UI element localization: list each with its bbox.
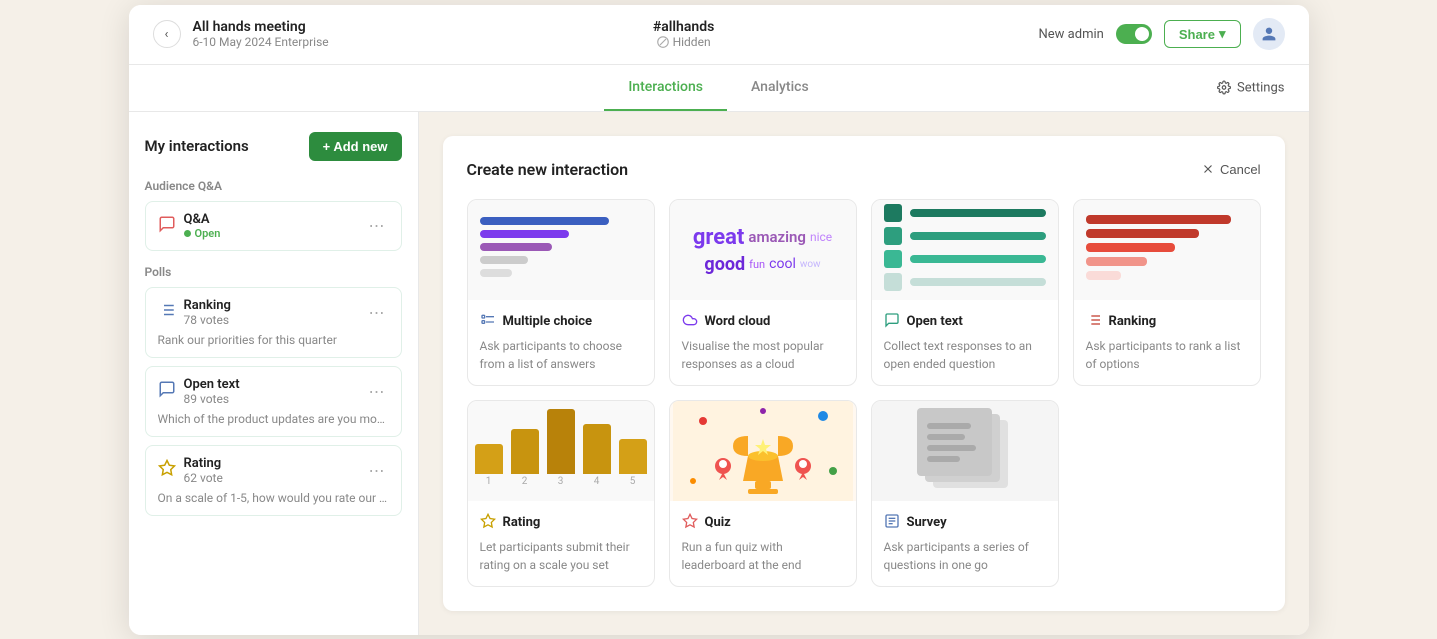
rating-card-icon: [480, 513, 496, 533]
card-word-cloud[interactable]: great amazing nice good fun cool wow: [669, 199, 857, 386]
tab-interactions[interactable]: Interactions: [604, 65, 727, 111]
share-button[interactable]: Share ▾: [1164, 20, 1241, 48]
rating-desc: On a scale of 1-5, how would you rate ou…: [158, 491, 389, 505]
sidebar-item-qa[interactable]: Q&A Open ⋯: [145, 201, 402, 251]
multiple-choice-icon: [480, 312, 496, 332]
word-cloud-desc: Visualise the most popular responses as …: [682, 337, 844, 373]
meeting-meta: 6-10 May 2024 Enterprise: [193, 35, 329, 49]
chevron-down-icon: ▾: [1219, 26, 1226, 42]
sidebar: My interactions + Add new Audience Q&A: [129, 112, 419, 635]
hashtag: #allhands: [653, 19, 714, 35]
polls-section: Polls Ranking: [145, 265, 402, 516]
header: ‹ All hands meeting 6-10 May 2024 Enterp…: [129, 5, 1309, 65]
meeting-info: All hands meeting 6-10 May 2024 Enterpri…: [193, 19, 329, 49]
card-multiple-choice[interactable]: Multiple choice Ask participants to choo…: [467, 199, 655, 386]
hidden-label: Hidden: [673, 35, 711, 49]
settings-link[interactable]: Settings: [1217, 80, 1284, 95]
qa-name: Q&A: [184, 212, 221, 227]
admin-toggle[interactable]: [1116, 24, 1152, 44]
card-survey[interactable]: Survey Ask participants a series of ques…: [871, 400, 1059, 587]
quiz-name: Quiz: [705, 515, 731, 530]
tab-analytics[interactable]: Analytics: [727, 65, 833, 111]
audience-qa-label: Audience Q&A: [145, 179, 402, 193]
settings-label: Settings: [1237, 80, 1284, 95]
ranking-name: Ranking: [1109, 314, 1157, 329]
survey-desc: Ask participants a series of questions i…: [884, 538, 1046, 574]
open-text-desc: Which of the product updates are you mos…: [158, 412, 389, 426]
quiz-desc: Run a fun quiz with leaderboard at the e…: [682, 538, 844, 574]
ranking-icon: [158, 301, 176, 323]
open-text-meta: 89 votes: [184, 392, 240, 406]
ranking-name: Ranking: [184, 298, 231, 313]
interaction-cards-grid: Multiple choice Ask participants to choo…: [467, 199, 1261, 587]
sidebar-header: My interactions + Add new: [145, 132, 402, 161]
card-ranking[interactable]: Ranking Ask participants to rank a list …: [1073, 199, 1261, 386]
multiple-choice-name: Multiple choice: [503, 314, 593, 329]
ranking-preview: [1074, 200, 1260, 300]
rating-menu-button[interactable]: ⋯: [365, 459, 389, 482]
avatar[interactable]: [1253, 18, 1285, 50]
qa-menu-button[interactable]: ⋯: [365, 214, 389, 237]
ranking-desc: Ask participants to rank a list of optio…: [1086, 337, 1248, 373]
main-content: Create new interaction Cancel: [419, 112, 1309, 635]
rating-preview: 1 2 3: [468, 401, 654, 501]
create-panel-title: Create new interaction: [467, 160, 629, 179]
survey-icon: [884, 513, 900, 533]
cancel-button[interactable]: Cancel: [1201, 162, 1260, 177]
polls-label: Polls: [145, 265, 402, 279]
nav-tabs: Interactions Analytics Settings: [129, 65, 1309, 112]
tabs-container: Interactions Analytics: [604, 65, 832, 111]
ranking-menu-button[interactable]: ⋯: [365, 301, 389, 324]
add-new-button[interactable]: + Add new: [309, 132, 402, 161]
qa-status: Open: [184, 227, 221, 240]
rating-icon: [158, 459, 176, 481]
quiz-illustration: [673, 401, 853, 501]
app-window: ‹ All hands meeting 6-10 May 2024 Enterp…: [129, 5, 1309, 635]
gear-icon: [1217, 81, 1231, 95]
rating-card-desc: Let participants submit their rating on …: [480, 538, 642, 574]
ranking-desc: Rank our priorities for this quarter: [158, 333, 389, 347]
hidden-icon: [657, 36, 669, 48]
open-text-name: Open text: [184, 377, 240, 392]
open-text-icon: [884, 312, 900, 332]
rating-card-name: Rating: [503, 515, 541, 530]
rating-meta: 62 vote: [184, 471, 223, 485]
open-text-name: Open text: [907, 314, 963, 329]
multiple-choice-desc: Ask participants to choose from a list o…: [480, 337, 642, 373]
ranking-icon: [1086, 312, 1102, 332]
header-center: #allhands Hidden: [329, 19, 1039, 49]
card-quiz[interactable]: Quiz Run a fun quiz with leaderboard at …: [669, 400, 857, 587]
card-rating[interactable]: 1 2 3: [467, 400, 655, 587]
word-cloud-name: Word cloud: [705, 314, 771, 329]
open-text-preview: [872, 200, 1058, 300]
sidebar-item-rating[interactable]: Rating 62 vote ⋯ On a scale of 1-5, how …: [145, 445, 402, 516]
survey-preview: [872, 401, 1058, 501]
rating-name: Rating: [184, 456, 223, 471]
open-text-icon: [158, 380, 176, 402]
quiz-icon: [682, 513, 698, 533]
card-open-text[interactable]: Open text Collect text responses to an o…: [871, 199, 1059, 386]
quiz-preview: [670, 401, 856, 501]
sidebar-item-ranking[interactable]: Ranking 78 votes ⋯ Rank our priorities f…: [145, 287, 402, 358]
open-text-desc: Collect text responses to an open ended …: [884, 337, 1046, 373]
word-cloud-icon: [682, 312, 698, 332]
close-icon: [1201, 162, 1215, 176]
sidebar-item-open-text[interactable]: Open text 89 votes ⋯ Which of the produc…: [145, 366, 402, 437]
back-button[interactable]: ‹: [153, 20, 181, 48]
new-admin-label: New admin: [1039, 27, 1104, 42]
word-cloud-preview: great amazing nice good fun cool wow: [670, 200, 856, 300]
qa-icon: [158, 215, 176, 237]
header-right: New admin Share ▾: [1039, 18, 1285, 50]
hidden-status: Hidden: [657, 35, 711, 49]
survey-name: Survey: [907, 515, 947, 530]
create-panel: Create new interaction Cancel: [443, 136, 1285, 611]
sidebar-title: My interactions: [145, 137, 249, 155]
ranking-meta: 78 votes: [184, 313, 231, 327]
body: My interactions + Add new Audience Q&A: [129, 112, 1309, 635]
meeting-name: All hands meeting: [193, 19, 329, 35]
multiple-choice-preview: [468, 200, 654, 300]
open-text-menu-button[interactable]: ⋯: [365, 380, 389, 403]
create-panel-header: Create new interaction Cancel: [467, 160, 1261, 179]
person-icon: [1261, 26, 1277, 42]
